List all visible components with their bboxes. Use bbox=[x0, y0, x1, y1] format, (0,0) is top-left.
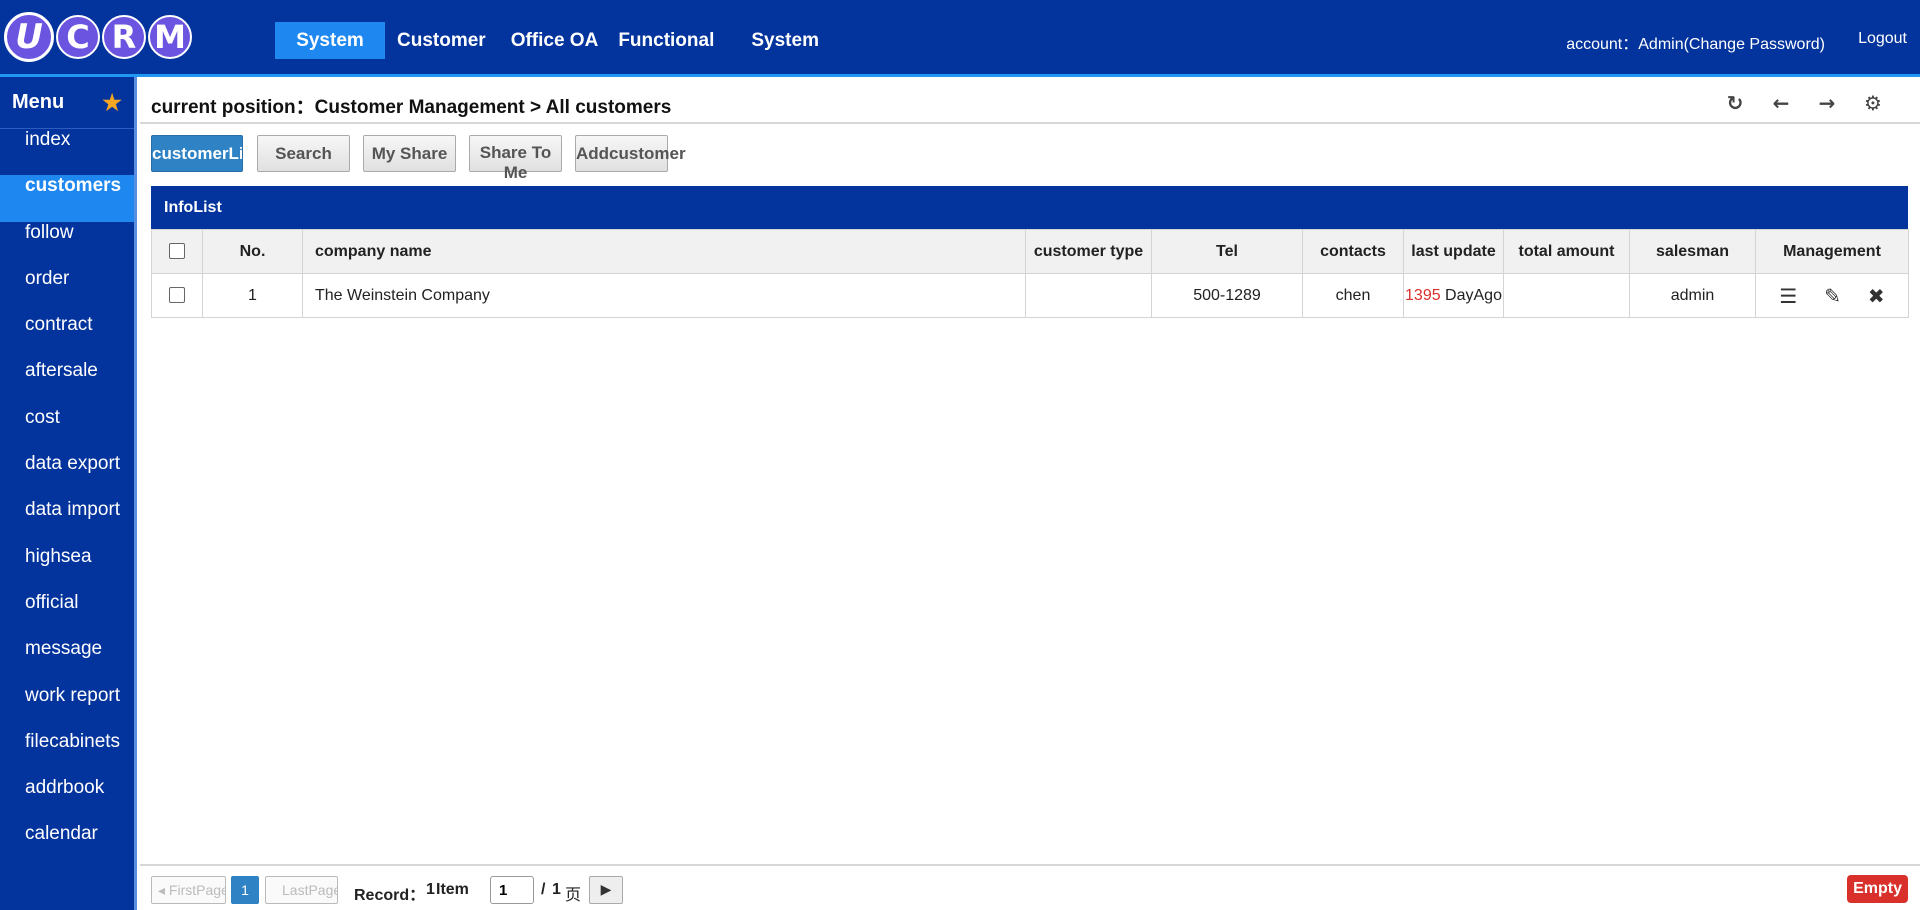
record-label: Record： bbox=[354, 887, 426, 904]
refresh-icon[interactable]: ↻ bbox=[1712, 90, 1758, 116]
sidebar-item-highsea[interactable]: highsea bbox=[0, 546, 134, 592]
arrow-right-icon[interactable]: → bbox=[1804, 90, 1850, 116]
page-slash: / bbox=[541, 881, 546, 898]
sidebar-item-official[interactable]: official bbox=[0, 592, 134, 638]
pagination-bar: ◂ FirstPage 1 LastPage ▸ Record： 1 Item … bbox=[140, 864, 1920, 910]
my-share-button[interactable]: My Share bbox=[363, 135, 456, 172]
sidebar-item-follow[interactable]: follow bbox=[0, 222, 134, 268]
logo-letter-m: M bbox=[148, 15, 192, 59]
cell-contacts: chen bbox=[1302, 273, 1404, 318]
first-page-button[interactable]: ◂ FirstPage bbox=[151, 876, 226, 904]
info-list: InfoList No. company name customer type … bbox=[151, 186, 1909, 318]
sidebar-item-addrbook[interactable]: addrbook bbox=[0, 777, 134, 823]
header-tel[interactable]: Tel bbox=[1151, 229, 1303, 274]
nav-customer[interactable]: Customer bbox=[397, 22, 486, 59]
add-customer-button[interactable]: Addcustomer bbox=[575, 135, 686, 172]
table-row[interactable]: 1 The Weinstein Company 500-1289 chen 13… bbox=[151, 273, 1909, 318]
pencil-icon[interactable]: ✎ bbox=[1824, 284, 1841, 308]
cell-company-name[interactable]: The Weinstein Company bbox=[302, 273, 1026, 318]
go-page-button[interactable]: ▶ bbox=[589, 876, 623, 904]
select-all-checkbox[interactable] bbox=[169, 243, 185, 260]
header-management: Management bbox=[1755, 229, 1909, 274]
nav-office-oa[interactable]: Office OA bbox=[511, 22, 599, 59]
customer-table: No. company name customer type Tel conta… bbox=[151, 229, 1909, 318]
row-checkbox[interactable] bbox=[169, 287, 185, 304]
sidebar-item-filecabinets[interactable]: filecabinets bbox=[0, 731, 134, 777]
header-last-update[interactable]: last update bbox=[1403, 229, 1504, 274]
sidebar: Menu ★ index customers follow order cont… bbox=[0, 77, 137, 910]
header-customer-type[interactable]: customer type bbox=[1025, 229, 1152, 274]
position-bar: current position：Customer Management > A… bbox=[140, 80, 1920, 124]
header-contacts[interactable]: contacts bbox=[1302, 229, 1404, 274]
cell-last-update: 1395 DayAgo bbox=[1403, 273, 1504, 318]
record-unit: Item bbox=[436, 881, 469, 898]
cell-tel: 500-1289 bbox=[1151, 273, 1303, 318]
sidebar-item-index[interactable]: index bbox=[0, 129, 134, 175]
cell-management: ☰ ✎ ✖ bbox=[1755, 273, 1909, 318]
sidebar-item-work-report[interactable]: work report bbox=[0, 685, 134, 731]
page-unit: 页 bbox=[565, 887, 582, 904]
empty-button[interactable]: Empty bbox=[1847, 875, 1908, 903]
cell-customer-type bbox=[1025, 273, 1152, 318]
nav-functional[interactable]: Functional bbox=[618, 22, 714, 59]
share-to-me-button[interactable]: Share To Me bbox=[469, 135, 562, 182]
logo-letter-r: R bbox=[102, 15, 146, 59]
close-icon[interactable]: ✖ bbox=[1868, 284, 1885, 308]
gear-icon[interactable]: ⚙ bbox=[1850, 90, 1896, 116]
header-salesman[interactable]: salesman bbox=[1629, 229, 1756, 274]
search-button[interactable]: Search bbox=[257, 135, 350, 172]
sidebar-item-order[interactable]: order bbox=[0, 268, 134, 314]
last-page-button[interactable]: LastPage ▸ bbox=[265, 876, 338, 904]
sidebar-item-message[interactable]: message bbox=[0, 638, 134, 684]
sidebar-item-data-import[interactable]: data import bbox=[0, 499, 134, 545]
header-company-name[interactable]: company name bbox=[302, 229, 1026, 274]
sidebar-item-calendar[interactable]: calendar bbox=[0, 823, 134, 869]
sidebar-header: Menu ★ bbox=[0, 77, 134, 129]
list-icon[interactable]: ☰ bbox=[1779, 284, 1797, 308]
table-title: InfoList bbox=[151, 186, 1908, 229]
last-update-suffix: DayAgo bbox=[1440, 286, 1502, 304]
table-header-row: No. company name customer type Tel conta… bbox=[151, 229, 1909, 274]
arrow-left-icon[interactable]: ← bbox=[1758, 90, 1804, 116]
row-select[interactable] bbox=[151, 273, 203, 318]
nav-system-2[interactable]: System bbox=[751, 22, 819, 59]
logout-link[interactable]: Logout bbox=[1858, 30, 1907, 48]
sidebar-item-contract[interactable]: contract bbox=[0, 314, 134, 360]
crm-logo[interactable]: U C R M bbox=[4, 12, 192, 62]
breadcrumb: current position：Customer Management > A… bbox=[151, 97, 672, 118]
total-pages: 1 bbox=[552, 881, 561, 898]
header-select-all[interactable] bbox=[151, 229, 203, 274]
record-count: 1 bbox=[426, 881, 435, 898]
cell-total-amount bbox=[1503, 273, 1630, 318]
sidebar-item-aftersale[interactable]: aftersale bbox=[0, 360, 134, 406]
header-total-amount[interactable]: total amount bbox=[1503, 229, 1630, 274]
sidebar-item-data-export[interactable]: data export bbox=[0, 453, 134, 499]
toolbar-icons: ↻ ← → ⚙ bbox=[1712, 90, 1896, 116]
cell-salesman: admin bbox=[1629, 273, 1756, 318]
customer-list-button[interactable]: customerList bbox=[151, 135, 243, 172]
top-nav: System Customer Office OA Functional Sys… bbox=[275, 22, 819, 59]
logo-mark: U bbox=[4, 12, 54, 62]
star-icon[interactable]: ★ bbox=[102, 90, 122, 116]
page-number-1[interactable]: 1 bbox=[231, 876, 259, 904]
top-bar: U C R M System Customer Office OA Functi… bbox=[0, 0, 1920, 77]
sidebar-item-customers[interactable]: customers bbox=[0, 175, 134, 222]
sidebar-title: Menu bbox=[12, 91, 65, 113]
header-no[interactable]: No. bbox=[202, 229, 303, 274]
page-input[interactable] bbox=[490, 876, 534, 904]
logo-letter-c: C bbox=[56, 15, 100, 59]
last-update-days: 1395 bbox=[1405, 286, 1441, 304]
sidebar-item-cost[interactable]: cost bbox=[0, 407, 134, 453]
nav-system[interactable]: System bbox=[275, 22, 385, 59]
account-link[interactable]: account：Admin(Change Password) bbox=[1566, 30, 1825, 54]
cell-no: 1 bbox=[202, 273, 303, 318]
